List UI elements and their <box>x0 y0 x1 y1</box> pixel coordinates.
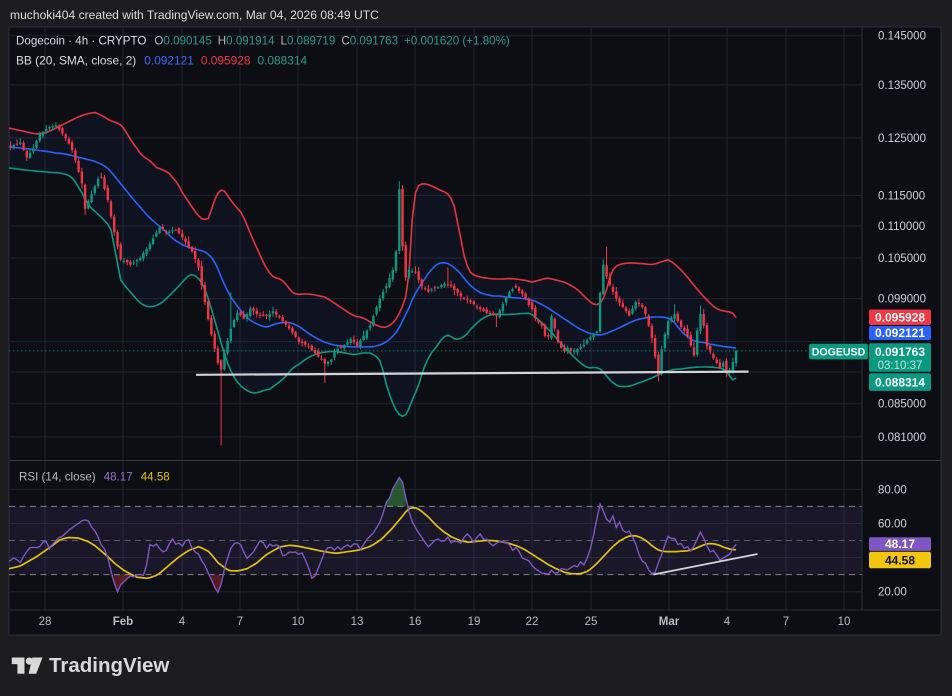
svg-text:TradingView: TradingView <box>49 654 169 677</box>
svg-text:0.105000: 0.105000 <box>878 253 926 265</box>
svg-text:48.17: 48.17 <box>885 537 915 551</box>
svg-text:80.00: 80.00 <box>878 484 907 496</box>
svg-text:22: 22 <box>526 616 539 628</box>
svg-text:0.099000: 0.099000 <box>878 294 926 306</box>
svg-text:Feb: Feb <box>113 616 133 628</box>
svg-text:10: 10 <box>292 616 305 628</box>
svg-text:0.135000: 0.135000 <box>878 80 926 92</box>
svg-text:0.085000: 0.085000 <box>878 399 926 411</box>
svg-text:10: 10 <box>838 616 851 628</box>
svg-text:0.092121: 0.092121 <box>875 326 925 340</box>
svg-text:0.091763: 0.091763 <box>875 345 925 359</box>
svg-text:0.115000: 0.115000 <box>878 190 925 202</box>
svg-text:7: 7 <box>237 616 243 628</box>
svg-text:19: 19 <box>468 616 481 628</box>
svg-text:7: 7 <box>783 616 789 628</box>
svg-text:44.58: 44.58 <box>885 553 915 567</box>
svg-text:BB (20, SMA, close, 2)0.092121: BB (20, SMA, close, 2)0.0921210.0959280.… <box>16 54 307 68</box>
svg-text:03:10:37: 03:10:37 <box>878 360 923 372</box>
svg-text:Mar: Mar <box>659 616 680 628</box>
svg-text:4: 4 <box>179 616 186 628</box>
svg-text:16: 16 <box>409 616 422 628</box>
svg-text:0.125000: 0.125000 <box>878 133 926 145</box>
svg-text:13: 13 <box>351 616 364 628</box>
svg-text:28: 28 <box>39 616 52 628</box>
svg-text:DOGEUSD: DOGEUSD <box>812 347 866 359</box>
svg-text:60.00: 60.00 <box>878 519 907 531</box>
svg-text:0.095928: 0.095928 <box>875 311 925 325</box>
svg-text:25: 25 <box>585 616 598 628</box>
svg-text:4: 4 <box>724 616 731 628</box>
svg-text:Dogecoin · 4h · CRYPTOO0.09014: Dogecoin · 4h · CRYPTOO0.090145H0.091914… <box>16 35 510 48</box>
svg-text:0.081000: 0.081000 <box>878 432 926 444</box>
svg-text:0.145000: 0.145000 <box>878 31 926 43</box>
svg-text:20.00: 20.00 <box>878 587 907 599</box>
svg-text:0.110000: 0.110000 <box>878 221 925 233</box>
svg-text:muchoki404 created with Tradin: muchoki404 created with TradingView.com,… <box>10 8 379 22</box>
svg-text:RSI (14, close)48.1744.58: RSI (14, close)48.1744.58 <box>19 471 170 484</box>
svg-text:0.088314: 0.088314 <box>875 376 925 390</box>
